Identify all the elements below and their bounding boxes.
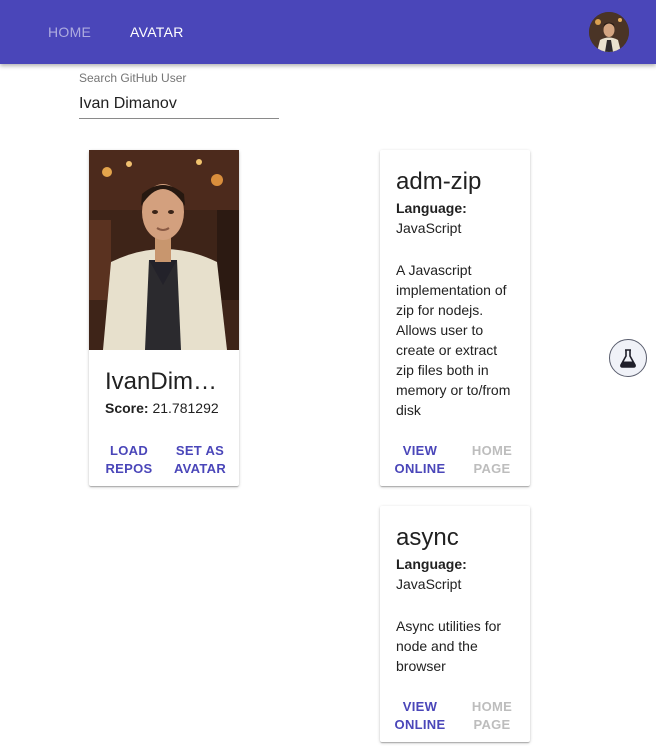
repo-card: async Language: JavaScript Async utiliti… <box>380 506 530 742</box>
repo-name: async <box>396 524 459 551</box>
nav-tab-home[interactable]: HOME <box>48 0 91 64</box>
user-name: IvanDimanov <box>105 368 227 395</box>
repo-language: JavaScript <box>396 576 462 592</box>
repo-description: Async utilities for node and the browser <box>396 618 502 674</box>
set-as-avatar-button[interactable]: SET AS AVATAR <box>173 442 227 478</box>
search-input[interactable] <box>79 90 279 119</box>
repo-language-label: Language: <box>396 200 467 216</box>
user-photo <box>89 150 239 350</box>
user-card: IvanDimanov Score: 21.781292 LOAD REPOS … <box>89 150 239 486</box>
repo-description: A Javascript implementation of zip for n… <box>396 262 511 418</box>
view-online-button[interactable]: VIEW ONLINE <box>394 698 446 734</box>
search-label: Search GitHub User <box>79 71 187 85</box>
view-online-button[interactable]: VIEW ONLINE <box>394 442 446 478</box>
load-repos-button[interactable]: LOAD REPOS <box>103 442 155 478</box>
home-page-button: HOME PAGE <box>471 699 513 732</box>
repo-language: JavaScript <box>396 220 462 236</box>
nav-tab-avatar[interactable]: AVATAR <box>130 0 184 64</box>
user-score-label: Score: <box>105 400 149 416</box>
repo-name: adm-zip <box>396 168 482 195</box>
user-score-value: 21.781292 <box>152 400 219 416</box>
repo-card: adm-zip Language: JavaScript A Javascrip… <box>380 150 530 486</box>
user-avatar-icon[interactable] <box>589 12 629 52</box>
flask-icon[interactable] <box>609 339 647 377</box>
repo-language-label: Language: <box>396 556 467 572</box>
user-score: Score: 21.781292 <box>105 400 219 416</box>
home-page-button: HOME PAGE <box>471 443 513 476</box>
app-bar: HOME AVATAR <box>0 0 656 64</box>
